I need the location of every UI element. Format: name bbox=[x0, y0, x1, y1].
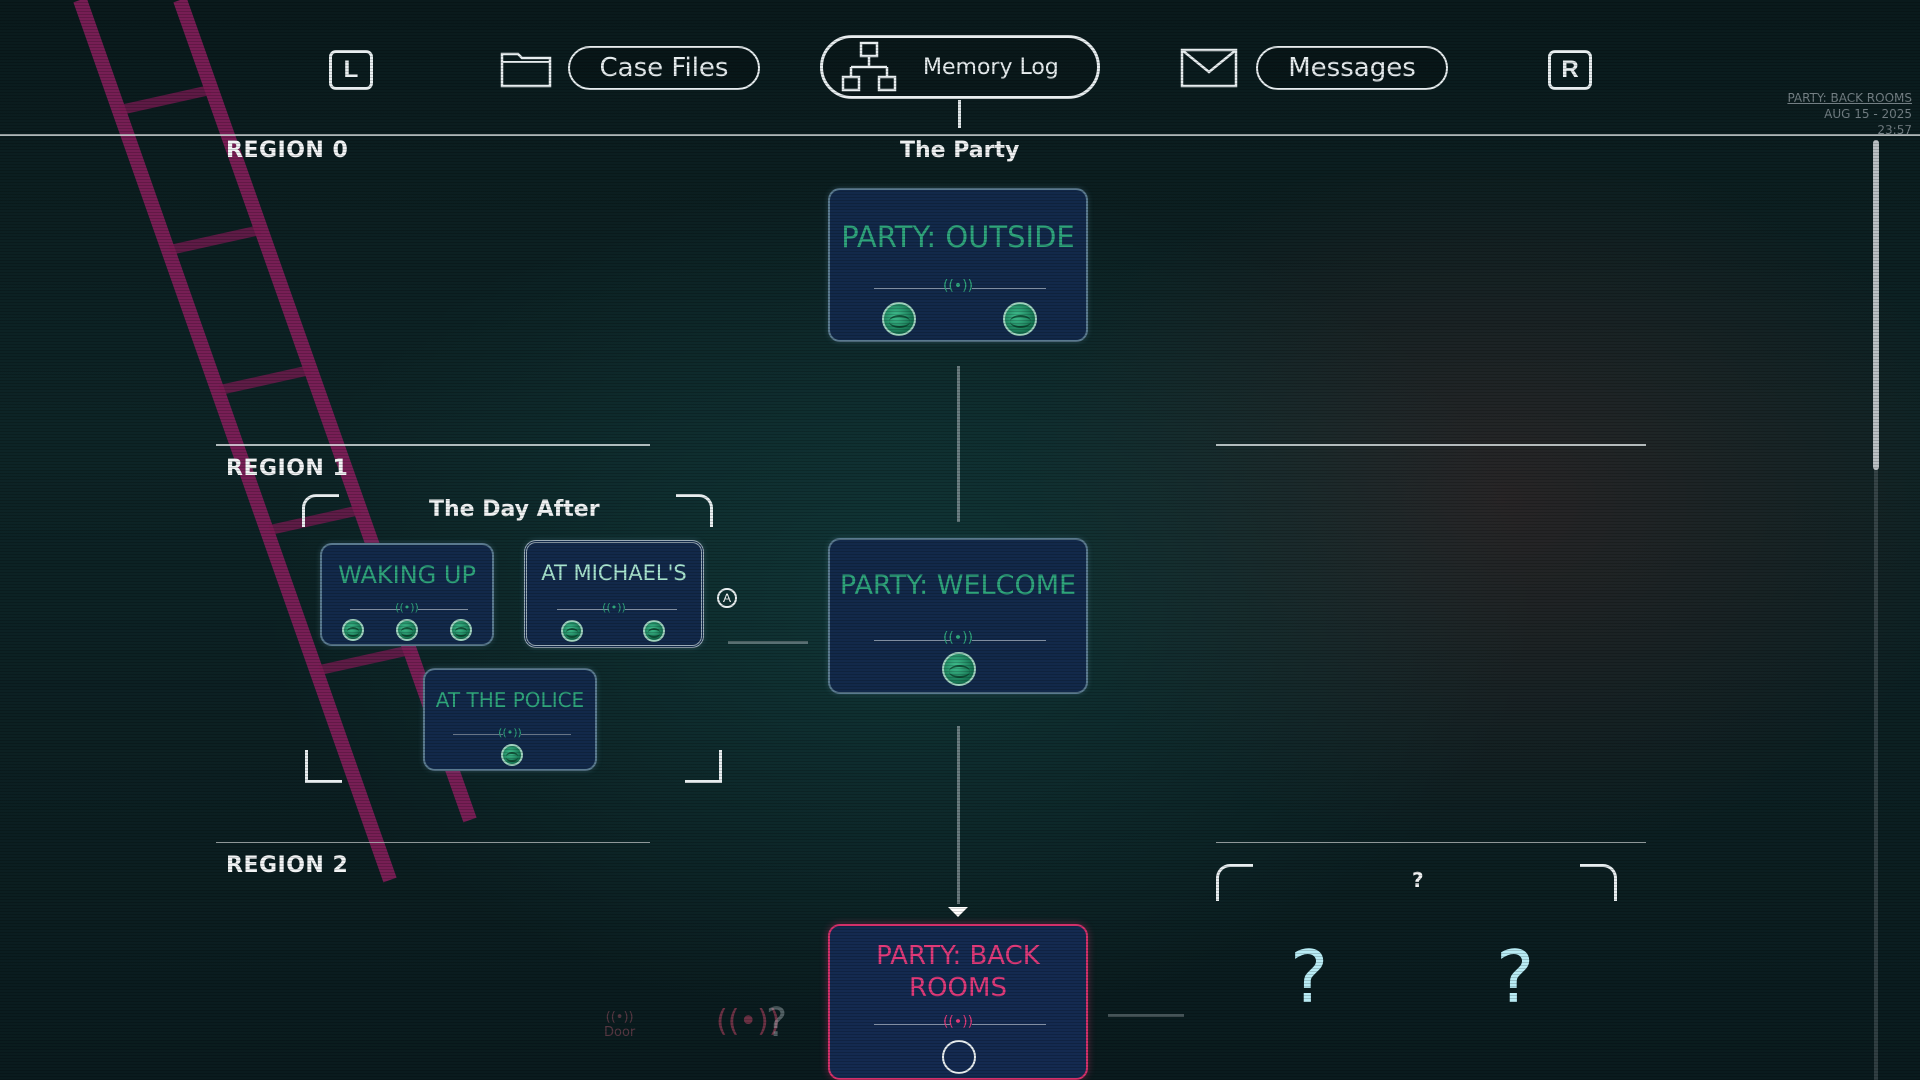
card-title: AT THE POLICE bbox=[435, 688, 585, 712]
memory-orb-icon[interactable] bbox=[396, 619, 418, 641]
door-hint: ((•)) Door bbox=[604, 1010, 635, 1040]
memory-orb-icon[interactable] bbox=[942, 652, 976, 686]
connector-outside-welcome bbox=[957, 366, 960, 522]
door-label: Door bbox=[604, 1025, 636, 1040]
signal-icon: ((•)) bbox=[942, 630, 974, 646]
signal-icon: ((•)) bbox=[942, 278, 974, 294]
status-readout: PARTY: BACK ROOMS AUG 15 - 2025 23:57 bbox=[1787, 90, 1912, 138]
memory-card-waking-up[interactable]: WAKING UP ((•)) bbox=[320, 543, 494, 646]
card-title: PARTY: OUTSIDE bbox=[841, 220, 1075, 254]
group-title-day-after: The Day After bbox=[429, 497, 600, 522]
case-files-label: Case Files bbox=[599, 53, 729, 83]
bracket-bottom-right bbox=[685, 750, 722, 783]
hierarchy-icon bbox=[841, 41, 897, 92]
connector-backrooms-unknown bbox=[1108, 1014, 1184, 1017]
status-date: AUG 15 - 2025 bbox=[1824, 107, 1912, 121]
signal-icon: ((•)) bbox=[395, 601, 419, 614]
left-key-label: L bbox=[343, 56, 359, 83]
memory-orb-icon[interactable] bbox=[501, 744, 523, 766]
scrollbar-thumb[interactable] bbox=[1873, 140, 1879, 470]
bracket-top-left bbox=[302, 494, 339, 527]
case-files-tab[interactable]: Case Files bbox=[568, 46, 760, 90]
bracket-top-right bbox=[676, 494, 713, 527]
card-title-line-2: ROOMS bbox=[909, 973, 1007, 1003]
memory-card-party-outside[interactable]: PARTY: OUTSIDE ((•)) bbox=[828, 188, 1088, 342]
memory-card-at-the-police[interactable]: AT THE POLICE ((•)) bbox=[423, 668, 597, 771]
door-signal-icon: ((•)) bbox=[605, 1010, 634, 1025]
memory-card-party-welcome[interactable]: PARTY: WELCOME ((•)) bbox=[828, 538, 1088, 694]
region-1-divider-left bbox=[216, 444, 650, 446]
region-0-label: REGION 0 bbox=[226, 138, 349, 163]
memory-orb-icon[interactable] bbox=[561, 620, 583, 642]
memory-orb-icon[interactable] bbox=[1003, 302, 1037, 336]
signal-icon: ((•)) bbox=[942, 1014, 974, 1030]
empty-memory-slot-icon[interactable] bbox=[942, 1040, 976, 1074]
card-title: AT MICHAEL'S bbox=[541, 561, 687, 585]
card-title: PARTY: WELCOME bbox=[839, 570, 1077, 601]
faint-question-icon: ? bbox=[766, 1000, 788, 1046]
right-key-label: R bbox=[1561, 56, 1579, 83]
group-title-the-party: The Party bbox=[900, 138, 1020, 163]
status-location: PARTY: BACK ROOMS bbox=[1787, 91, 1912, 105]
bracket-bottom-left bbox=[305, 750, 342, 783]
unknown-memory-question-icon[interactable]: ? bbox=[1290, 935, 1328, 1019]
memory-orb-icon[interactable] bbox=[643, 620, 665, 642]
memory-log-label: Memory Log bbox=[923, 54, 1059, 80]
right-shoulder-button[interactable]: R bbox=[1548, 50, 1592, 90]
memory-orb-icon[interactable] bbox=[342, 619, 364, 641]
messages-label: Messages bbox=[1288, 53, 1416, 83]
unknown-memory-question-icon[interactable]: ? bbox=[1496, 935, 1534, 1019]
folder-icon[interactable] bbox=[500, 48, 552, 88]
a-button-hint-icon[interactable]: A bbox=[717, 588, 737, 608]
card-title: WAKING UP bbox=[338, 561, 476, 589]
region-2-divider-right bbox=[1216, 842, 1646, 843]
signal-icon: ((•)) bbox=[602, 601, 626, 614]
signal-icon: ((•)) bbox=[498, 726, 522, 739]
header-divider bbox=[0, 134, 1920, 136]
unknown-bracket-right bbox=[1580, 864, 1617, 901]
memory-orb-icon[interactable] bbox=[450, 619, 472, 641]
left-shoulder-button[interactable]: L bbox=[329, 50, 373, 90]
region-2-divider-left bbox=[216, 842, 650, 843]
messages-tab[interactable]: Messages bbox=[1256, 46, 1448, 90]
arrow-down-icon bbox=[948, 907, 968, 917]
a-button-label: A bbox=[722, 591, 731, 605]
card-title: PARTY: BACK ROOMS bbox=[830, 940, 1086, 1004]
connector-welcome-backrooms bbox=[957, 726, 960, 904]
unknown-bracket-left bbox=[1216, 864, 1253, 901]
tab-connector bbox=[958, 100, 961, 128]
connector-michaels-welcome bbox=[728, 641, 808, 644]
group-title-unknown: ? bbox=[1412, 868, 1424, 892]
region-1-label: REGION 1 bbox=[226, 456, 349, 481]
memory-log-tab[interactable]: Memory Log bbox=[820, 35, 1100, 99]
memory-orb-icon[interactable] bbox=[882, 302, 916, 336]
region-1-divider-right bbox=[1216, 444, 1646, 446]
memory-card-at-michaels[interactable]: AT MICHAEL'S ((•)) bbox=[524, 540, 704, 648]
region-2-label: REGION 2 bbox=[226, 853, 349, 878]
card-title-line-1: PARTY: BACK bbox=[876, 941, 1040, 971]
envelope-icon[interactable] bbox=[1180, 48, 1238, 88]
memory-card-party-back-rooms[interactable]: PARTY: BACK ROOMS ((•)) bbox=[828, 924, 1088, 1080]
